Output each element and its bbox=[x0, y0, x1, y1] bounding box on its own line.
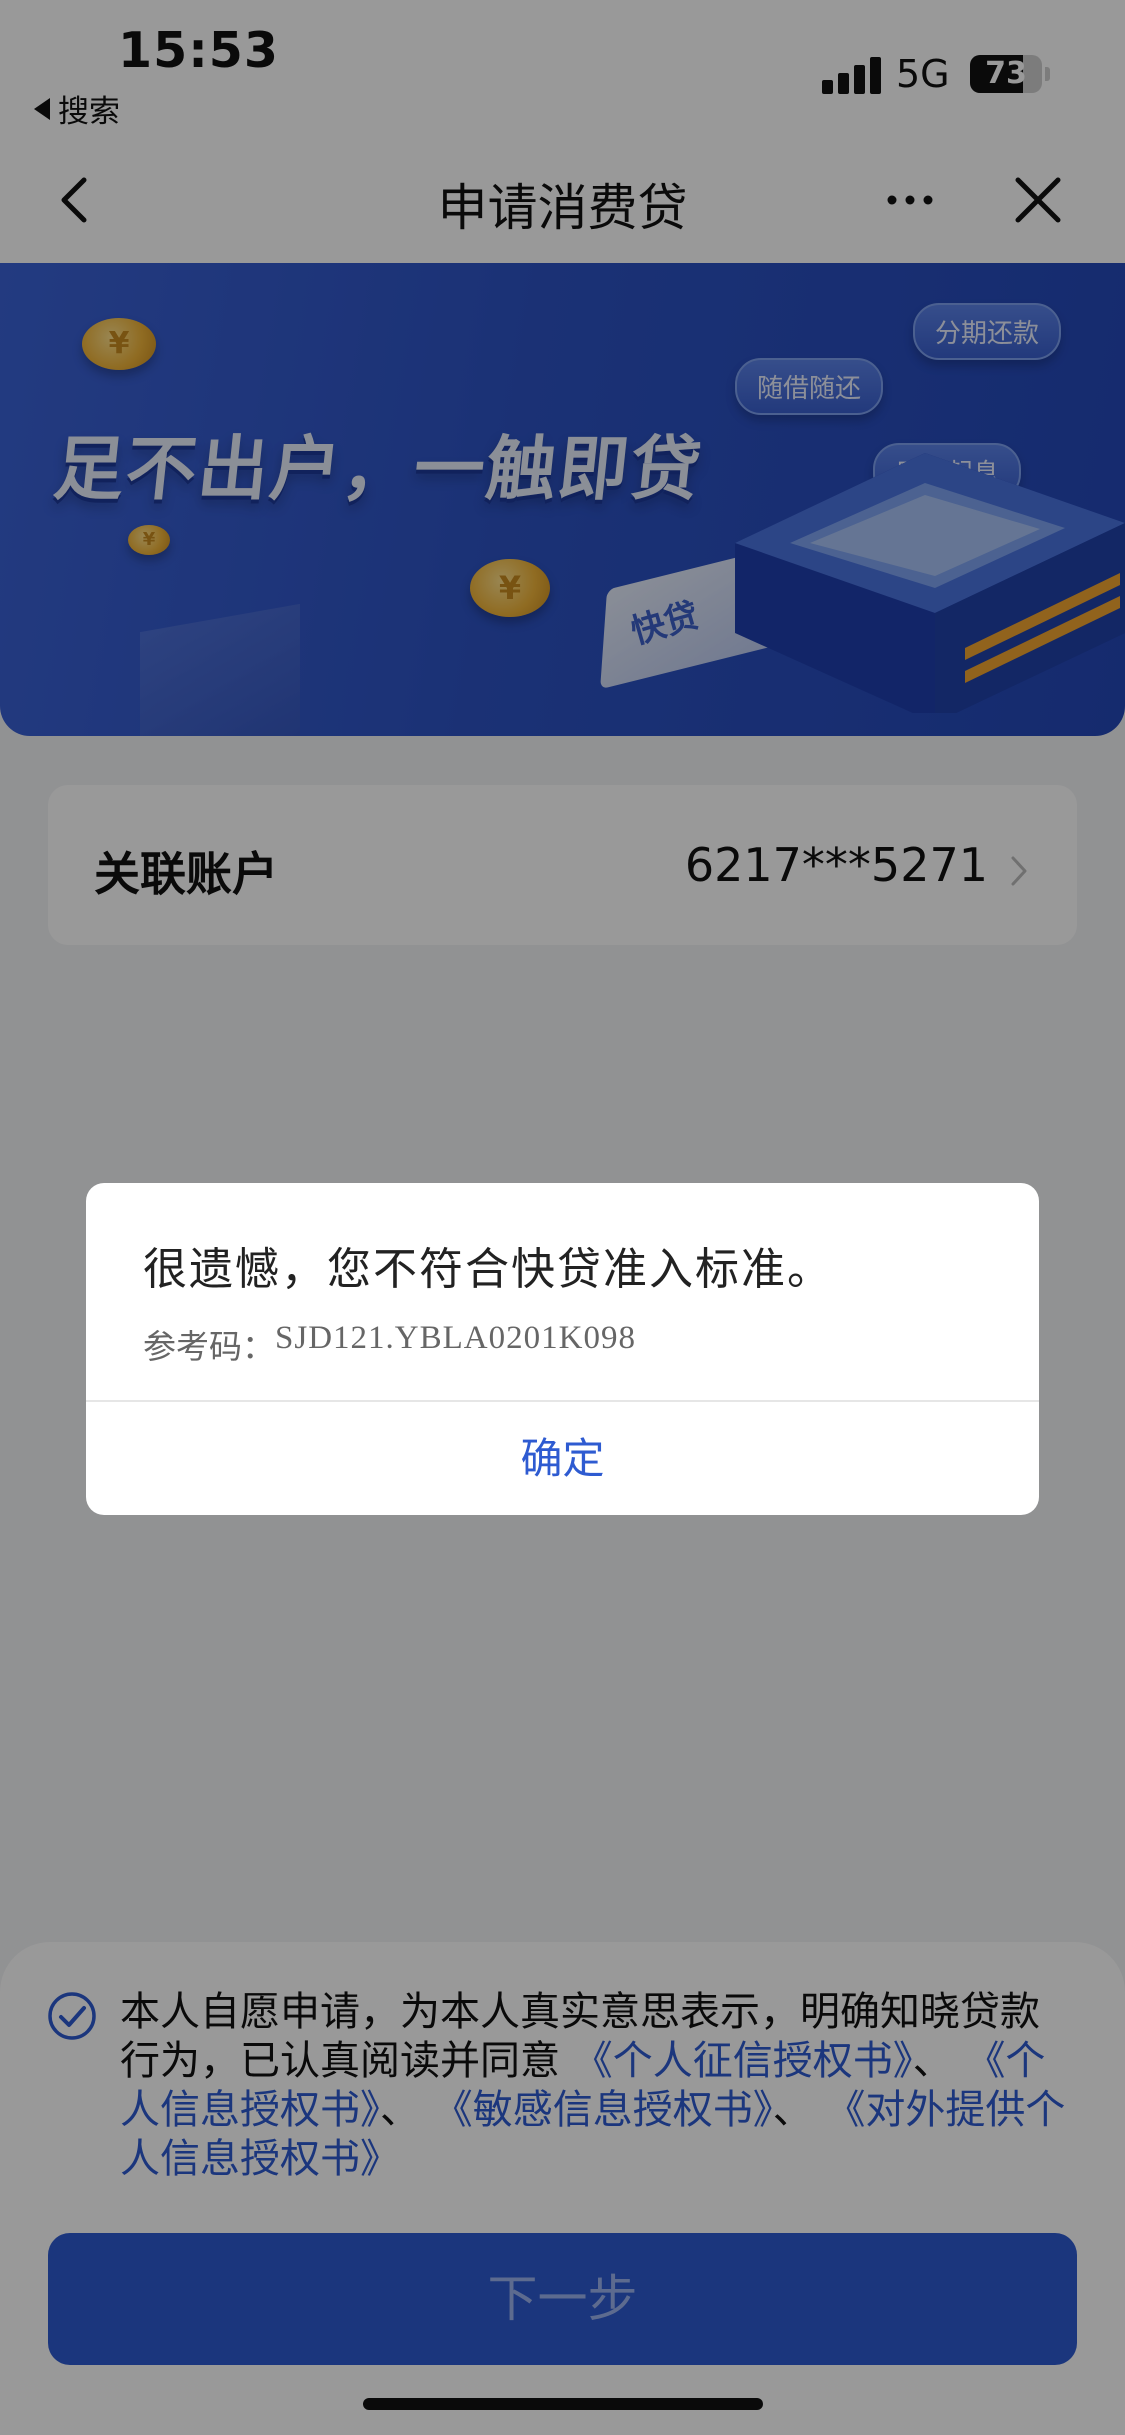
reference-code: SJD121.YBLA0201K098 bbox=[275, 1320, 636, 1356]
rejection-dialog: 很遗憾，您不符合快贷准入标准。 参考码： SJD121.YBLA0201K098… bbox=[86, 1183, 1039, 1515]
reference-label: 参考码： bbox=[143, 1327, 275, 1366]
confirm-button[interactable]: 确定 bbox=[86, 1402, 1039, 1515]
dialog-message: 很遗憾，您不符合快贷准入标准。 bbox=[143, 1244, 833, 1295]
dialog-reference: 参考码： SJD121.YBLA0201K098 bbox=[143, 1320, 636, 1368]
